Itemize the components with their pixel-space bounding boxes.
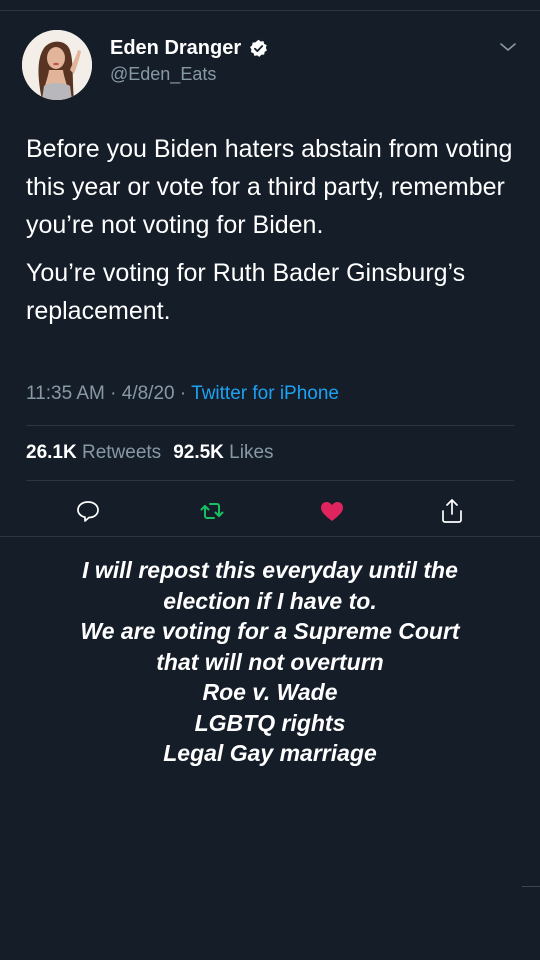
tweet-source-link[interactable]: Twitter for iPhone [191,383,339,404]
author-name-row[interactable]: Eden Dranger [110,37,268,60]
chevron-down-icon[interactable] [498,40,518,54]
reply-icon[interactable] [74,497,102,525]
meta-separator: · [179,383,187,404]
likes-label: Likes [229,442,274,463]
divider [0,536,540,537]
caption-line: Legal Gay marriage [163,740,377,766]
heart-icon[interactable] [318,497,346,525]
tweet-paragraph: You’re voting for Ruth Bader Ginsburg’s … [26,259,466,325]
tweet-time: 11:35 AM [26,383,105,404]
top-divider [0,10,540,11]
divider [26,480,514,481]
caption-line: election if I have to. [163,587,377,614]
retweets-count: 26.1K [26,442,77,463]
tweet-meta: 11:35 AM · 4/8/20 · Twitter for iPhone [26,383,339,405]
caption-line: LGBTQ rights [194,709,346,736]
verified-badge-icon [250,39,268,57]
edge-divider [522,886,540,887]
retweet-icon[interactable] [198,497,226,525]
tweet-text: Before you Biden haters abstain from vot… [26,130,526,340]
handle[interactable]: @Eden_Eats [110,64,216,85]
engagement-stats: 26.1K Retweets 92.5K Likes [26,442,274,464]
avatar[interactable] [22,30,92,100]
overlay-caption: I will repost this everyday until the el… [0,555,540,769]
profile-photo [22,30,92,100]
meta-separator: · [110,383,117,404]
retweets-label: Retweets [81,442,162,463]
retweets-stat[interactable]: 26.1K Retweets [26,442,161,463]
display-name[interactable]: Eden Dranger [110,37,241,60]
caption-line: I will repost this everyday until the [82,557,458,583]
tweet-date: 4/8/20 [121,383,175,404]
caption-line: that will not overturn [156,648,384,675]
likes-stat[interactable]: 92.5K Likes [173,442,273,463]
likes-count: 92.5K [173,442,224,463]
share-icon[interactable] [438,497,466,525]
tweet-paragraph: Before you Biden haters abstain from vot… [26,135,513,239]
divider [26,425,514,426]
caption-line: We are voting for a Supreme Court [80,618,460,644]
caption-line: Roe v. Wade [202,679,338,705]
